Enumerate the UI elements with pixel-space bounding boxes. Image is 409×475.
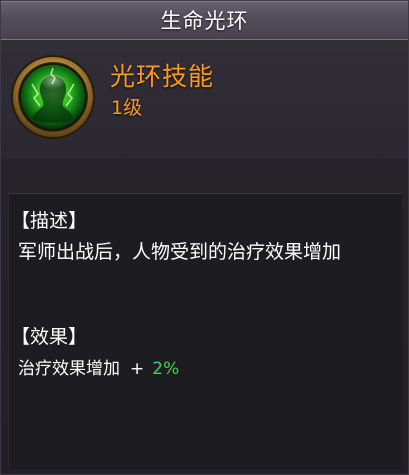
effect-operator: + bbox=[130, 359, 145, 379]
green-spirit-aura-icon bbox=[11, 55, 95, 139]
description-text: 军师出战后，人物受到的治疗效果增加 bbox=[18, 241, 342, 263]
effect-line: 治疗效果增加 +2% bbox=[18, 354, 179, 379]
skill-icon-frame bbox=[10, 54, 96, 140]
skill-name: 光环技能 bbox=[110, 62, 215, 91]
description-header: 【描述】 bbox=[11, 210, 88, 232]
skill-detail-box: 【描述】 军师出战后，人物受到的治疗效果增加 【效果】 治疗效果增加 +2% bbox=[8, 193, 402, 469]
effect-label: 治疗效果增加 bbox=[18, 359, 120, 379]
skill-level: 1级 bbox=[111, 97, 143, 119]
window-title: 生命光环 bbox=[160, 9, 249, 33]
skill-tooltip-panel: 生命光环 光环技能 1级 【描述】 军师出战后，人物受到的治疗效果增加 【效果】… bbox=[0, 0, 409, 475]
effect-value: 2% bbox=[152, 359, 180, 379]
title-bar: 生命光环 bbox=[1, 1, 408, 40]
effect-header: 【效果】 bbox=[11, 326, 88, 348]
